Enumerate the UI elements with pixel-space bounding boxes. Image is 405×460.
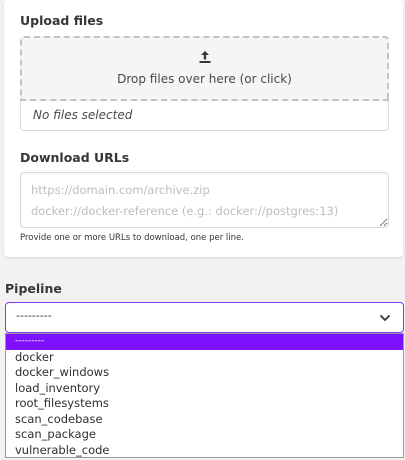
pipeline-option-docker[interactable]: docker [6,350,403,366]
upload-icon [199,51,210,63]
page: Upload files Drop files over here (or cl… [0,0,405,460]
download-urls-help: Provide one or more URLs to download, on… [20,233,244,243]
input-card: Upload files Drop files over here (or cl… [4,0,403,257]
chevron-down-icon [380,315,390,321]
upload-files-label: Upload files [20,13,104,28]
pipeline-select[interactable]: --------- [5,302,404,333]
pipeline-option-scan-codebase[interactable]: scan_codebase [6,412,403,428]
pipeline-option-load-inventory[interactable]: load_inventory [6,381,403,397]
file-name-status: No files selected [20,101,389,131]
pipeline-option-vulnerable-code[interactable]: vulnerable_code [6,443,403,459]
pipeline-options-list: --------- docker docker_windows load_inv… [5,333,404,458]
pipeline-label: Pipeline [5,281,62,296]
download-urls-input[interactable] [20,172,389,228]
pipeline-option-docker-windows[interactable]: docker_windows [6,365,403,381]
pipeline-option-empty[interactable]: --------- [6,334,403,350]
dropzone-text: Drop files over here (or click) [117,72,292,86]
download-urls-label: Download URLs [20,150,130,165]
pipeline-selected-value: --------- [16,309,52,322]
pipeline-option-root-filesystems[interactable]: root_filesystems [6,396,403,412]
file-dropzone[interactable]: Drop files over here (or click) [20,36,389,101]
pipeline-option-scan-package[interactable]: scan_package [6,427,403,443]
